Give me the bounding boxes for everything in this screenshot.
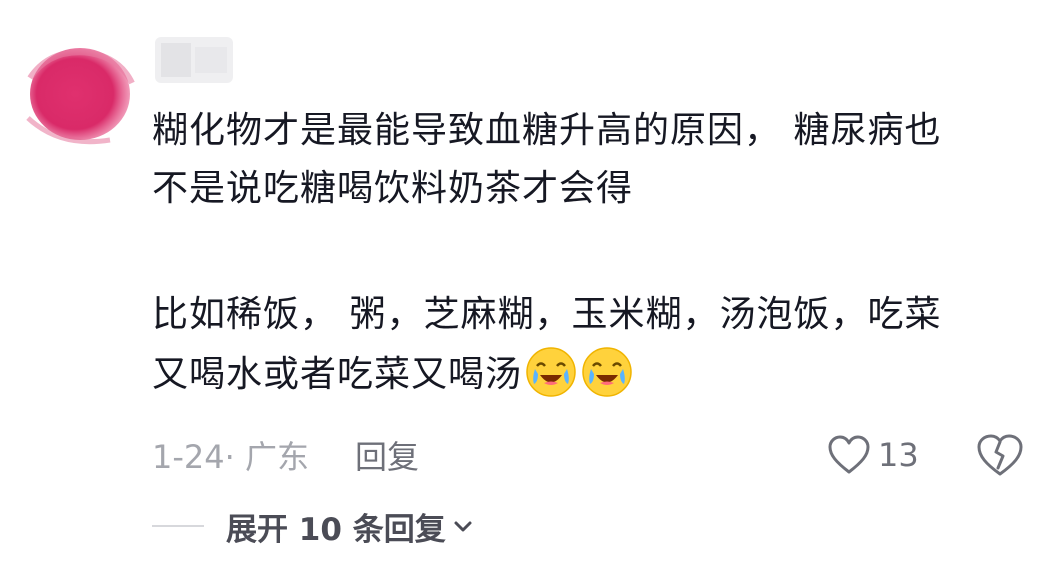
comment-line-with-emoji: 又喝水或者吃菜又喝汤 bbox=[152, 344, 1032, 404]
comment-item: 糊化物才是最能导致血糖升高的原因， 糖尿病也 不是说吃糖喝饮料奶茶才会得 比如稀… bbox=[0, 0, 1056, 580]
date-location: 1-24· 广东 bbox=[152, 438, 309, 476]
laugh-cry-emoji bbox=[526, 347, 576, 397]
heart-outline-icon bbox=[828, 435, 870, 474]
expand-replies-label: 展开 10 条回复 bbox=[226, 511, 446, 548]
comment-line: 糊化物才是最能导致血糖升高的原因， 糖尿病也 bbox=[152, 110, 942, 151]
laugh-cry-emoji bbox=[582, 347, 632, 397]
comment-text: 糊化物才是最能导致血糖升高的原因， 糖尿病也 不是说吃糖喝饮料奶茶才会得 比如稀… bbox=[152, 102, 1032, 404]
divider-line bbox=[152, 525, 204, 527]
username-blurred[interactable] bbox=[155, 35, 235, 85]
like-count: 13 bbox=[878, 436, 919, 474]
broken-heart-icon[interactable] bbox=[974, 428, 1026, 482]
chevron-down-icon bbox=[454, 521, 472, 532]
comment-line: 比如稀饭， 粥，芝麻糊，玉米糊，汤泡饭，吃菜 bbox=[152, 294, 942, 335]
expand-replies-button[interactable]: 展开 10 条回复 bbox=[152, 500, 474, 552]
comment-meta: 1-24· 广东 回复 bbox=[152, 430, 419, 480]
reply-button[interactable]: 回复 bbox=[355, 432, 419, 478]
like-button[interactable]: 13 bbox=[826, 428, 919, 482]
avatar[interactable] bbox=[20, 28, 145, 153]
comment-line: 不是说吃糖喝饮料奶茶才会得 bbox=[152, 168, 634, 209]
comment-line: 又喝水或者吃菜又喝汤 bbox=[152, 354, 523, 395]
